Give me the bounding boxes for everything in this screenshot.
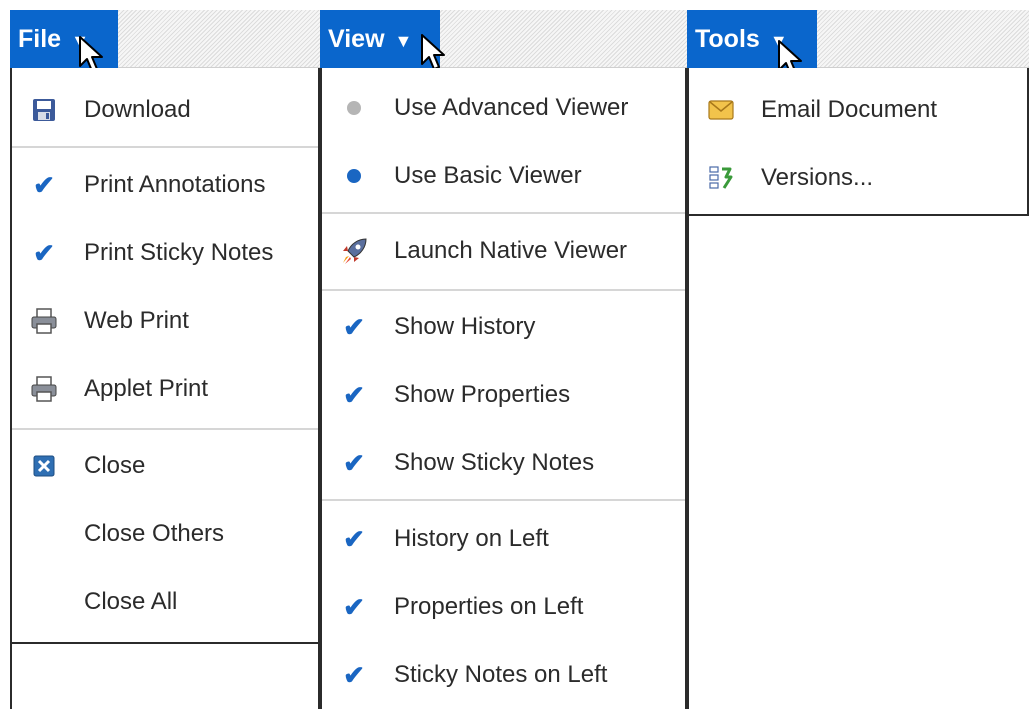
file-panel-lower-area — [10, 644, 320, 709]
menu-separator — [12, 428, 318, 430]
tools-item-label: Versions... — [761, 164, 874, 191]
view-item-show-properties[interactable]: ✔ Show Properties — [322, 367, 685, 423]
printer-icon — [30, 307, 58, 335]
menu-separator — [322, 212, 685, 214]
file-item-label: Web Print — [84, 307, 189, 334]
file-item-applet-print[interactable]: Applet Print — [12, 361, 318, 417]
check-icon: ✔ — [343, 592, 365, 622]
caret-down-icon: ▼ — [769, 31, 788, 51]
menu-separator — [322, 499, 685, 501]
check-icon: ✔ — [33, 238, 55, 268]
view-item-label: Sticky Notes on Left — [394, 661, 608, 688]
close-x-icon — [30, 452, 58, 480]
view-menu-title: View — [328, 24, 385, 53]
view-item-label: Use Basic Viewer — [394, 162, 582, 189]
printer-icon — [30, 375, 58, 403]
tools-menu-button[interactable]: Tools ▼ — [687, 10, 817, 68]
view-item-use-basic-viewer[interactable]: Use Basic Viewer — [322, 148, 685, 204]
menu-separator — [322, 289, 685, 291]
envelope-icon — [707, 96, 735, 124]
check-icon: ✔ — [343, 380, 365, 410]
save-disk-icon — [30, 96, 58, 124]
tools-item-email-document[interactable]: Email Document — [689, 82, 1027, 138]
file-item-print-sticky-notes[interactable]: ✔ Print Sticky Notes — [12, 225, 318, 281]
view-menu-panel: View ▼ Use Advanced Viewer Use Basic Vie… — [320, 0, 687, 709]
check-icon: ✔ — [343, 448, 365, 478]
file-item-label: Close All — [84, 588, 178, 615]
file-item-web-print[interactable]: Web Print — [12, 293, 318, 349]
file-menu-title: File — [18, 24, 62, 53]
check-icon: ✔ — [343, 660, 365, 690]
file-item-print-annotations[interactable]: ✔ Print Annotations — [12, 157, 318, 213]
file-item-label: Close Others — [84, 520, 225, 547]
file-item-label: Applet Print — [84, 375, 209, 402]
check-icon: ✔ — [343, 312, 365, 342]
file-item-label: Print Sticky Notes — [84, 239, 274, 266]
tools-item-versions[interactable]: Versions... — [689, 150, 1027, 206]
view-dropdown: Use Advanced Viewer Use Basic Viewer Lau… — [320, 68, 687, 709]
caret-down-icon: ▼ — [71, 31, 89, 51]
file-menu-button[interactable]: File ▼ — [10, 10, 118, 68]
file-dropdown: Download ✔ Print Annotations ✔ Print Sti… — [10, 68, 320, 644]
check-icon: ✔ — [33, 170, 55, 200]
file-item-label: Close — [84, 452, 146, 479]
view-item-label: Launch Native Viewer — [394, 237, 628, 264]
tools-menubar: Tools ▼ — [687, 10, 1029, 68]
versions-icon — [707, 164, 735, 192]
rocket-icon — [340, 237, 368, 265]
radio-dot-icon — [340, 162, 368, 190]
file-item-label: Download — [84, 96, 191, 123]
menu-separator — [12, 146, 318, 148]
file-item-download[interactable]: Download — [12, 82, 318, 138]
view-item-history-on-left[interactable]: ✔ History on Left — [322, 511, 685, 567]
caret-down-icon: ▼ — [394, 31, 413, 51]
tools-item-label: Email Document — [761, 96, 938, 123]
view-item-launch-native-viewer[interactable]: Launch Native Viewer — [322, 223, 685, 279]
view-item-use-advanced-viewer[interactable]: Use Advanced Viewer — [322, 80, 685, 136]
file-item-label: Print Annotations — [84, 171, 266, 198]
check-icon: ✔ — [343, 524, 365, 554]
view-item-properties-on-left[interactable]: ✔ Properties on Left — [322, 579, 685, 635]
tools-dropdown: Email Document Versions... — [687, 68, 1029, 216]
file-item-close-all[interactable]: Close All — [12, 574, 318, 630]
file-menu-panel: File ▼ Download ✔ Print Annotations ✔ Pr… — [10, 0, 320, 709]
tools-menu-panel: Tools ▼ Email Document Versions... — [687, 0, 1029, 216]
file-item-close[interactable]: Close — [12, 438, 318, 494]
view-item-label: Show History — [394, 313, 536, 340]
view-menubar: View ▼ — [320, 10, 687, 68]
view-item-label: Use Advanced Viewer — [394, 94, 629, 121]
view-menu-button[interactable]: View ▼ — [320, 10, 440, 68]
tools-panel-lower-edge — [687, 216, 693, 709]
view-item-show-sticky-notes[interactable]: ✔ Show Sticky Notes — [322, 435, 685, 491]
view-item-label: History on Left — [394, 525, 549, 552]
radio-dot-icon — [340, 94, 368, 122]
view-item-show-history[interactable]: ✔ Show History — [322, 299, 685, 355]
view-item-sticky-notes-on-left[interactable]: ✔ Sticky Notes on Left — [322, 647, 685, 703]
file-item-close-others[interactable]: Close Others — [12, 506, 318, 562]
file-menubar: File ▼ — [10, 10, 320, 68]
view-item-label: Properties on Left — [394, 593, 584, 620]
view-item-label: Show Sticky Notes — [394, 449, 595, 476]
tools-menu-title: Tools — [695, 24, 760, 53]
view-item-label: Show Properties — [394, 381, 571, 408]
